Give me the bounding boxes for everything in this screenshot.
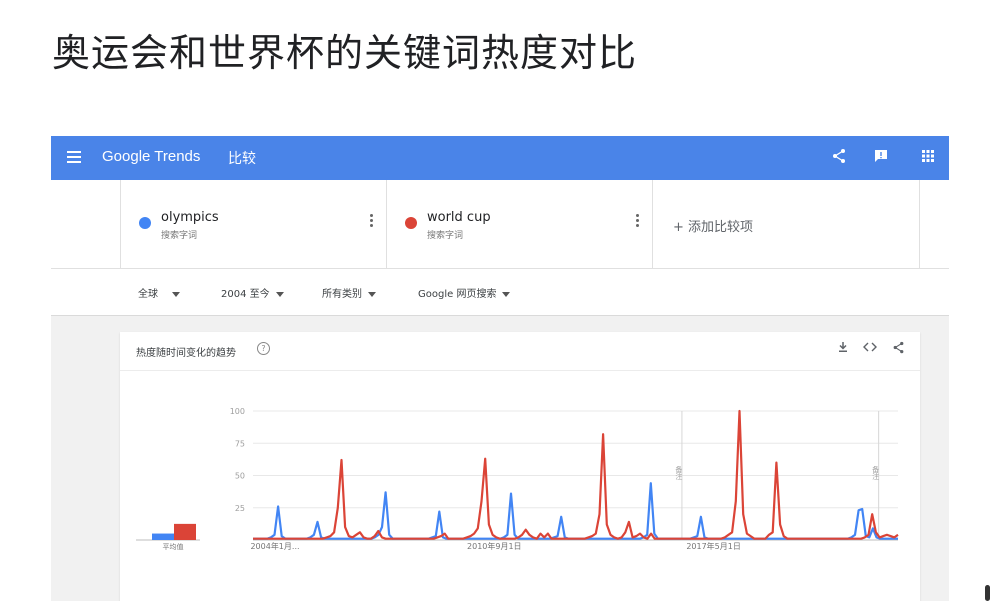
trend-chart: 100 75 50 25 2004年1月... 2010年9月1日 2017年5月1日 备注 备…: [136, 407, 899, 551]
search-type-dropdown[interactable]: Google 网页搜索: [418, 285, 511, 300]
card-header: 热度随时间变化的趋势 ?: [120, 332, 920, 371]
google-trends-app: Google Trends 比较 olympics 搜索字词 world cup…: [51, 136, 949, 601]
term-type: 搜索字词: [161, 231, 198, 241]
term-card-world-cup[interactable]: world cup 搜索字词: [386, 180, 653, 268]
category-value: 所有类别: [322, 289, 362, 300]
y-tick-label: 50: [235, 472, 245, 481]
term-name: world cup: [427, 210, 491, 225]
google-trends-logo[interactable]: Google Trends: [102, 148, 200, 165]
feedback-icon[interactable]: [871, 148, 891, 168]
annotation-label: 备注: [872, 465, 880, 481]
card-title: 热度随时间变化的趋势: [136, 348, 236, 359]
embed-icon[interactable]: [862, 341, 878, 357]
term-card-olympics[interactable]: olympics 搜索字词: [120, 180, 387, 268]
y-tick-label: 75: [235, 439, 245, 448]
annotation-label: 备注: [675, 465, 683, 481]
series-color-dot: [139, 217, 151, 229]
apps-icon[interactable]: [918, 148, 938, 168]
region-value: 全球: [138, 289, 158, 300]
more-options-icon[interactable]: [370, 214, 373, 229]
chevron-down-icon: [172, 291, 180, 297]
slide-title: 奥运会和世界杯的关键词热度对比: [52, 31, 638, 75]
x-tick-label: 2010年9月1日: [467, 541, 522, 551]
time-range-value: 2004 至今: [221, 289, 270, 300]
term-type: 搜索字词: [427, 231, 464, 241]
y-tick-label: 25: [235, 504, 245, 513]
average-label: 平均值: [163, 542, 184, 551]
filters-bar: 全球 2004 至今 所有类别 Google 网页搜索: [51, 269, 949, 316]
y-tick-label: 100: [230, 407, 245, 416]
average-bar-olympics: [152, 533, 174, 540]
scrollbar[interactable]: [985, 585, 990, 601]
average-bar-world-cup: [174, 523, 196, 540]
interest-over-time-card: 热度随时间变化的趋势 ? 100 75 50 25 2004年1月... 2010年9月1…: [120, 332, 920, 601]
series-line-olympics: [253, 482, 898, 540]
chevron-down-icon: [502, 291, 511, 297]
chevron-down-icon: [275, 291, 284, 297]
x-tick-label: 2004年1月...: [250, 541, 299, 551]
more-options-icon[interactable]: [636, 214, 639, 229]
share-icon[interactable]: [890, 341, 906, 357]
x-tick-label: 2017年5月1日: [686, 541, 741, 551]
add-compare-button[interactable]: + 添加比较项: [652, 180, 920, 268]
category-dropdown[interactable]: 所有类别: [322, 285, 376, 300]
compare-terms-bar: olympics 搜索字词 world cup 搜索字词 + 添加比较项: [51, 180, 949, 269]
time-range-dropdown[interactable]: 2004 至今: [221, 285, 284, 300]
series-line-world-cup: [253, 409, 899, 540]
chevron-down-icon: [368, 291, 376, 297]
search-type-value: Google 网页搜索: [418, 289, 497, 300]
download-icon[interactable]: [835, 341, 851, 357]
term-name: olympics: [161, 210, 219, 225]
top-app-bar: Google Trends 比较: [51, 136, 949, 180]
menu-icon[interactable]: [67, 151, 81, 163]
share-icon[interactable]: [829, 148, 849, 168]
help-icon[interactable]: ?: [257, 342, 270, 355]
region-dropdown[interactable]: 全球: [138, 285, 180, 300]
series-color-dot: [405, 217, 417, 229]
add-compare-label: + 添加比较项: [673, 220, 754, 235]
page-section-title: 比较: [228, 151, 256, 167]
